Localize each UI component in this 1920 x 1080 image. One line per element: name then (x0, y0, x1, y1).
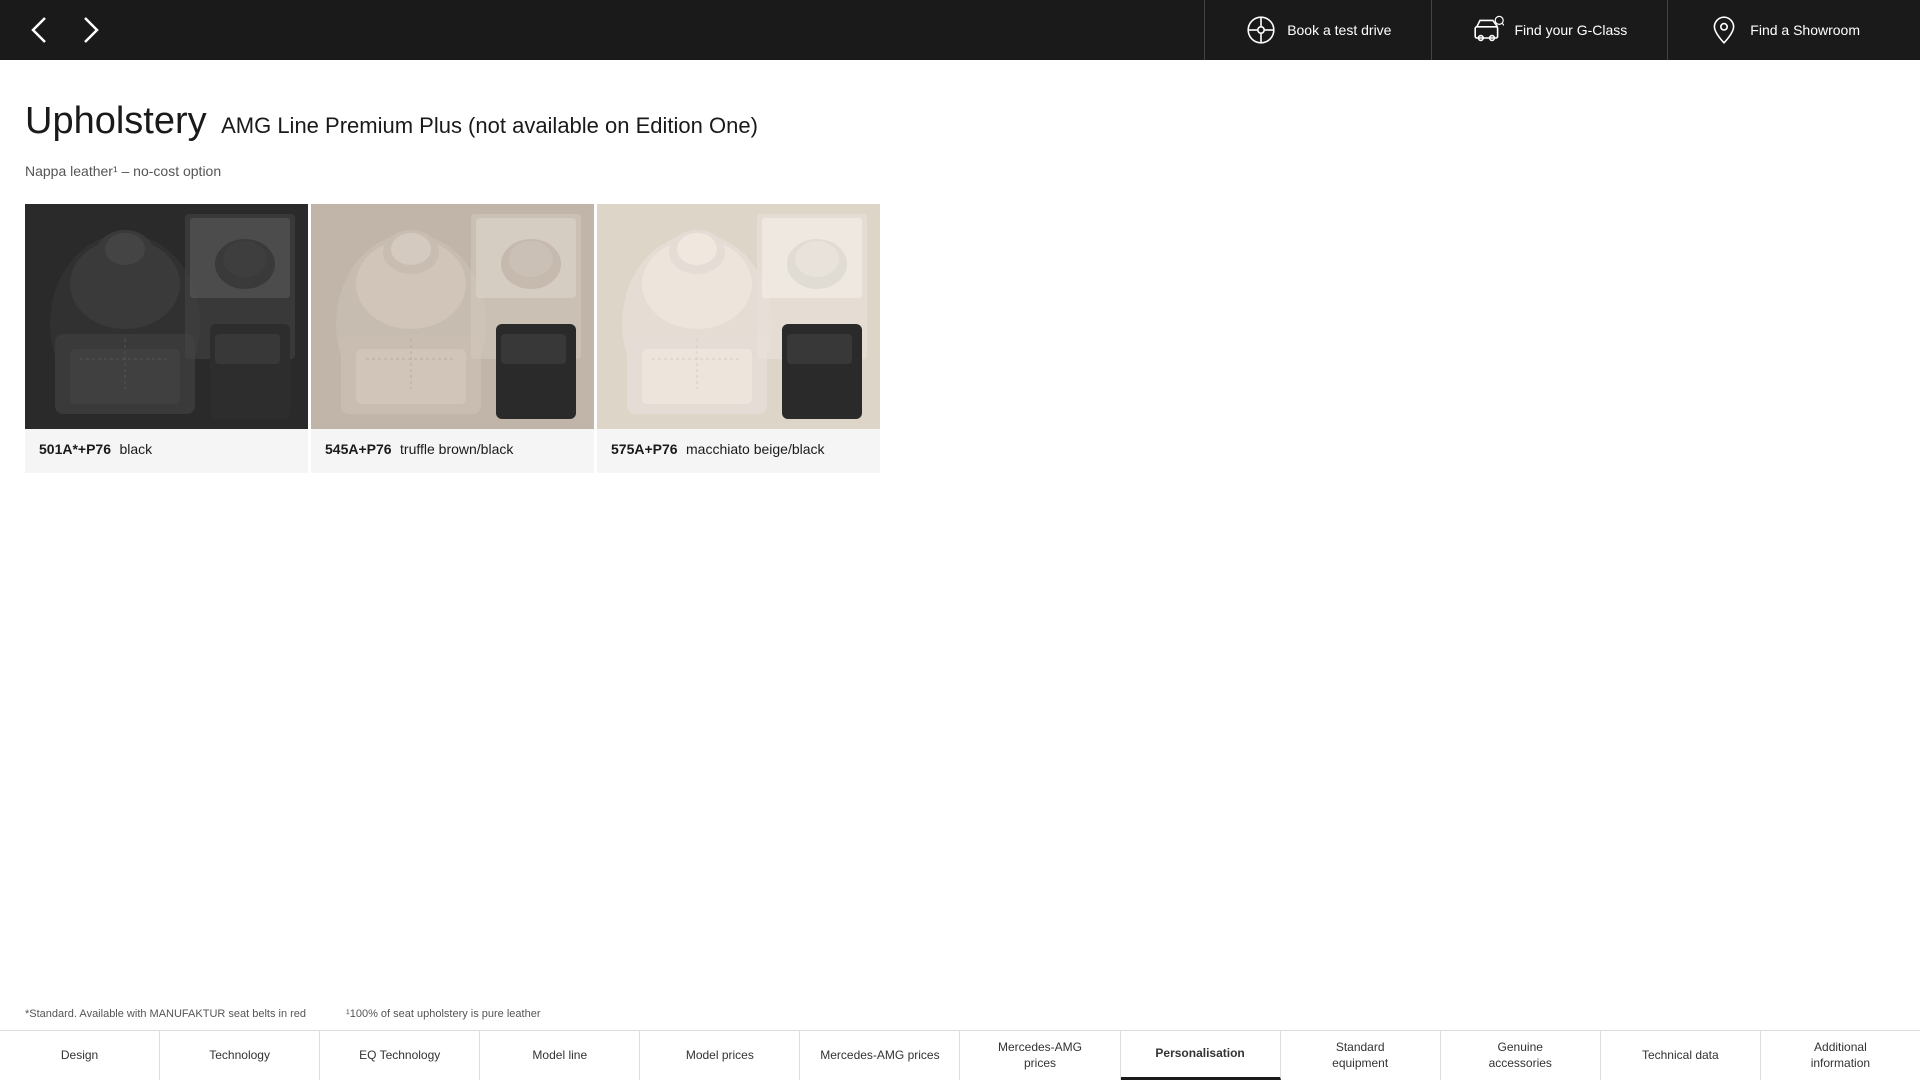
nav-model-prices[interactable]: Model prices (640, 1031, 800, 1080)
upholstery-cards-grid: 501A*+P76 black (25, 204, 1895, 473)
book-test-drive-label: Book a test drive (1287, 22, 1391, 38)
steering-wheel-icon (1245, 14, 1277, 46)
nav-genuine-accessories[interactable]: Genuineaccessories (1441, 1031, 1601, 1080)
card-code-black: 501A*+P76 (39, 441, 111, 457)
card-label-area-truffle: 545A+P76 truffle brown/black (311, 429, 594, 473)
nav-additional-information[interactable]: Additionalinformation (1761, 1031, 1920, 1080)
book-test-drive-btn[interactable]: Book a test drive (1204, 0, 1432, 60)
card-image-truffle (311, 204, 594, 429)
nav-standard-equipment[interactable]: Standardequipment (1281, 1031, 1441, 1080)
card-label-area-black: 501A*+P76 black (25, 429, 308, 473)
footnote-1: *Standard. Available with MANUFAKTUR sea… (25, 1008, 306, 1020)
header: Book a test drive Find your G-Class Find… (0, 0, 1920, 60)
footnotes: *Standard. Available with MANUFAKTUR sea… (0, 998, 566, 1030)
find-g-class-btn[interactable]: Find your G-Class (1432, 0, 1668, 60)
page-title: Upholstery (25, 100, 207, 142)
nav-design[interactable]: Design (0, 1031, 160, 1080)
find-showroom-label: Find a Showroom (1750, 22, 1860, 38)
card-name-truffle: truffle brown/black (400, 441, 513, 457)
main-content: Upholstery AMG Line Premium Plus (not av… (0, 60, 1920, 493)
upholstery-card-beige[interactable]: 575A+P76 macchiato beige/black (597, 204, 880, 473)
next-arrow[interactable] (70, 10, 110, 50)
location-pin-icon (1708, 14, 1740, 46)
nav-technology[interactable]: Technology (160, 1031, 320, 1080)
nav-personalisation[interactable]: Personalisation (1121, 1031, 1281, 1080)
card-image-black (25, 204, 308, 429)
car-search-icon (1472, 14, 1504, 46)
header-nav-right: Book a test drive Find your G-Class Find… (1204, 0, 1900, 60)
prev-arrow[interactable] (20, 10, 60, 50)
card-code-beige: 575A+P76 (611, 441, 678, 457)
bottom-nav: Design Technology EQ Technology Model li… (0, 1030, 1920, 1080)
header-nav-left (20, 10, 110, 50)
find-showroom-btn[interactable]: Find a Showroom (1668, 0, 1900, 60)
nav-technical-data[interactable]: Technical data (1601, 1031, 1761, 1080)
nav-eq-technology[interactable]: EQ Technology (320, 1031, 480, 1080)
page-title-area: Upholstery AMG Line Premium Plus (not av… (25, 100, 1895, 143)
upholstery-card-black[interactable]: 501A*+P76 black (25, 204, 308, 473)
nav-model-line[interactable]: Model line (480, 1031, 640, 1080)
card-image-beige (597, 204, 880, 429)
nav-mercedes-amg-prices-2[interactable]: Mercedes-AMGprices (960, 1031, 1120, 1080)
card-name-black: black (119, 441, 152, 457)
find-g-class-label: Find your G-Class (1514, 22, 1627, 38)
card-name-beige: macchiato beige/black (686, 441, 825, 457)
footnote-2: ¹100% of seat upholstery is pure leather (346, 1008, 540, 1020)
nav-mercedes-amg-prices[interactable]: Mercedes-AMG prices (800, 1031, 960, 1080)
page-subtitle: AMG Line Premium Plus (not available on … (221, 113, 758, 138)
card-label-area-beige: 575A+P76 macchiato beige/black (597, 429, 880, 473)
card-code-truffle: 545A+P76 (325, 441, 392, 457)
upholstery-card-truffle[interactable]: 545A+P76 truffle brown/black (311, 204, 594, 473)
subtitle-note: Nappa leather¹ – no-cost option (25, 163, 1895, 179)
